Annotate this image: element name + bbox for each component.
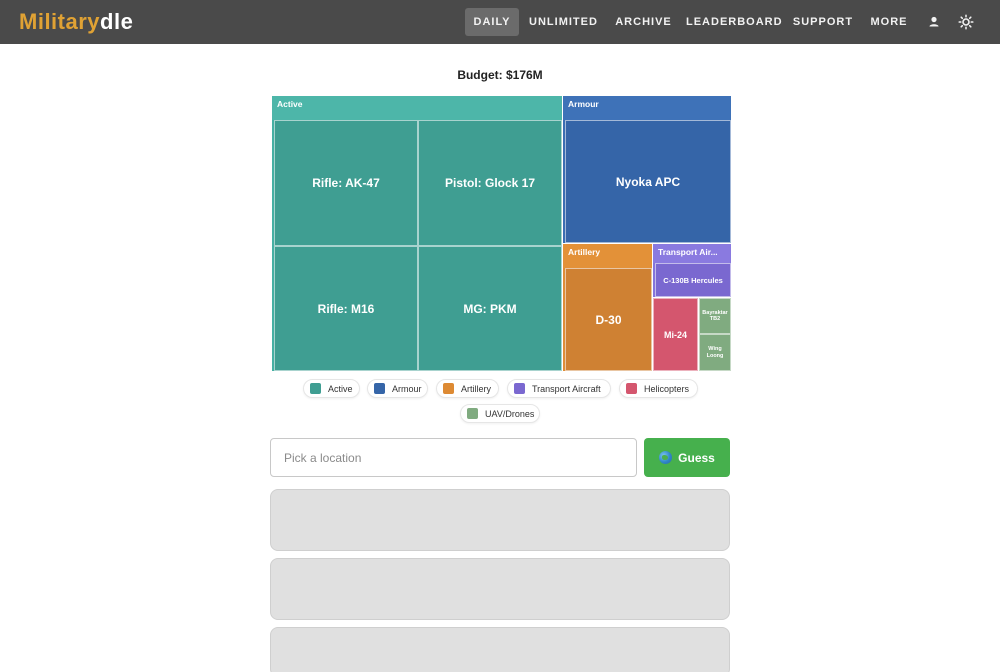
treemap-group-header: Armour — [563, 96, 731, 120]
legend-item-artillery[interactable]: Artillery — [436, 379, 499, 398]
sun-icon[interactable] — [958, 14, 974, 30]
treemap-group-active: Active Rifle: AK-47 Pistol: Glock 17 Rif… — [272, 96, 562, 371]
treemap-cell[interactable]: Pistol: Glock 17 — [418, 120, 562, 246]
treemap-group-header: Artillery — [563, 244, 652, 268]
legend-item-uav-drones[interactable]: UAV/Drones — [460, 404, 540, 423]
legend-swatch — [374, 383, 385, 394]
treemap-cell[interactable]: Mi-24 — [653, 298, 698, 371]
logo-part-military: Military — [19, 9, 101, 34]
treemap-cell[interactable]: C-130B Hercules — [655, 263, 731, 297]
logo-part-dle: dle — [100, 9, 134, 34]
guess-button[interactable]: Guess — [644, 438, 730, 477]
treemap-group-header: Active — [272, 96, 562, 120]
treemap-cell[interactable]: Rifle: AK-47 — [274, 120, 418, 246]
guess-slot-3 — [270, 627, 730, 672]
equipment-treemap: Active Rifle: AK-47 Pistol: Glock 17 Rif… — [272, 96, 731, 371]
legend-item-helicopters[interactable]: Helicopters — [619, 379, 698, 398]
treemap-cell[interactable]: Rifle: M16 — [274, 246, 418, 371]
treemap-cell[interactable]: MG: PKM — [418, 246, 562, 371]
nav-daily[interactable]: DAILY — [465, 8, 519, 36]
budget-label: Budget: $176M — [457, 68, 543, 82]
treemap-group-artillery: Artillery D-30 — [563, 244, 652, 371]
nav-support[interactable]: SUPPORT — [790, 8, 856, 36]
legend-label: Active — [328, 383, 353, 394]
legend-swatch — [443, 383, 454, 394]
nav-archive[interactable]: ARCHIVE — [611, 8, 676, 36]
guess-slot-1 — [270, 489, 730, 551]
legend-label: Helicopters — [644, 383, 690, 394]
treemap-group-armour: Armour Nyoka APC — [563, 96, 731, 243]
guess-slot-2 — [270, 558, 730, 620]
location-input[interactable] — [270, 438, 637, 477]
treemap-cell[interactable]: Wing Loong — [699, 334, 731, 371]
nav-more[interactable]: MORE — [866, 8, 912, 36]
nav-unlimited[interactable]: UNLIMITED — [527, 8, 600, 36]
legend-item-armour[interactable]: Armour — [367, 379, 428, 398]
legend-label: UAV/Drones — [485, 408, 535, 419]
guess-button-label: Guess — [678, 450, 715, 465]
globe-icon — [659, 451, 673, 464]
top-nav: Militarydle DAILY UNLIMITED ARCHIVE LEAD… — [0, 0, 1000, 44]
treemap-cell[interactable]: Nyoka APC — [565, 120, 731, 243]
treemap-group-uav: Bayraktar TB2 Wing Loong — [699, 298, 731, 371]
treemap-group-transport: Transport Air... C-130B Hercules — [653, 244, 731, 297]
legend-item-transport-aircraft[interactable]: Transport Aircraft — [507, 379, 611, 398]
app-logo[interactable]: Militarydle — [19, 9, 133, 35]
legend-swatch — [626, 383, 637, 394]
treemap-cell[interactable]: Bayraktar TB2 — [699, 298, 731, 334]
legend-label: Artillery — [461, 383, 492, 394]
legend-swatch — [310, 383, 321, 394]
legend-label: Transport Aircraft — [532, 383, 601, 394]
legend-item-active[interactable]: Active — [303, 379, 360, 398]
legend-swatch — [514, 383, 525, 394]
legend-label: Armour — [392, 383, 422, 394]
treemap-cell[interactable]: D-30 — [565, 268, 652, 371]
nav-leaderboard[interactable]: LEADERBOARD — [686, 8, 782, 36]
user-icon[interactable] — [926, 14, 942, 30]
treemap-group-header: Transport Air... — [653, 244, 731, 263]
legend-swatch — [467, 408, 478, 419]
